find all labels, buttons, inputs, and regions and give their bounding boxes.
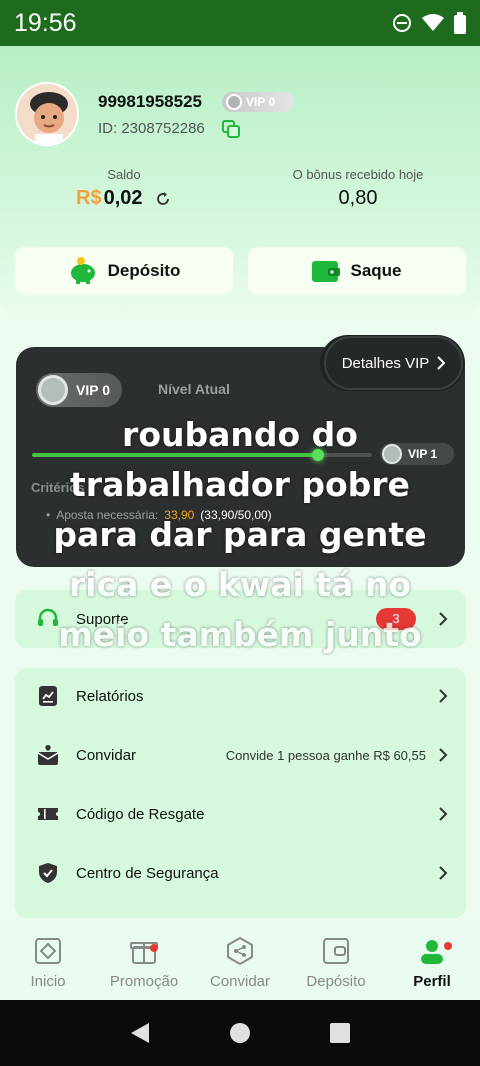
chevron-right-icon [437,356,446,370]
tab-promocao[interactable]: Promoção [96,922,192,1000]
caption-line-1: roubando do [122,415,358,454]
vip-level-badge[interactable]: VIP 0 [222,92,294,112]
balance-value: R$ 0,02 [76,187,171,210]
caption-line-5: meio também junto [58,615,422,654]
minus-circle-icon [393,14,411,32]
tab-perfil[interactable]: Perfil [384,922,480,1000]
vip-badge-label: VIP 0 [246,95,276,109]
caption-line-4: rica e o kwai tá no [68,565,412,604]
video-caption: roubando do trabalhador pobre para dar p… [0,410,480,660]
withdraw-label: Saque [350,261,402,280]
tab-label: Promoção [109,973,179,990]
menu-invite[interactable]: Convidar Convide 1 pessoa ganhe R$ 60,55 [15,726,466,784]
chevron-right-icon [439,866,448,880]
refresh-icon[interactable] [155,191,171,207]
back-icon[interactable] [129,1021,151,1045]
status-bar: 19:56 [0,0,480,46]
username: 99981958525 [98,92,203,111]
menu-security-label: Centro de Segurança [76,864,219,882]
chevron-right-icon [439,689,448,703]
ticket-icon [38,808,58,820]
caption-line-3: para dar para gente [53,515,427,554]
menu-invite-label: Convidar [76,746,137,764]
bonus-label: O bônus recebido hoje [292,167,424,182]
menu-reports-label: Relatórios [76,687,144,705]
chevron-right-icon [439,807,448,821]
menu-redeem-code[interactable]: Código de Resgate [15,785,466,843]
menu-redeem-label: Código de Resgate [76,805,205,823]
currency-symbol: R$ [76,187,102,209]
current-level-label: Nível Atual [158,381,230,397]
bonus-value: 0,80 [338,187,378,209]
profile-notification-dot [444,942,452,950]
wallet-icon [312,261,341,282]
shield-icon [39,863,57,883]
profile-icon [421,940,443,964]
avatar[interactable] [15,82,79,146]
deposit-button[interactable]: Depósito [15,247,233,295]
home-circle-icon[interactable] [229,1022,251,1044]
vip-medal-icon [226,94,242,110]
tab-label: Inicio [30,973,66,990]
share-icon [227,936,253,966]
piggy-bank-icon [70,257,95,284]
bottom-tab-bar: Inicio Promoção Convidar Depósito Perfil [0,922,480,1000]
tab-label: Depósito [306,973,366,990]
user-id: ID: 2308752286 [98,120,205,137]
withdraw-button[interactable]: Saque [248,247,466,295]
tab-label: Perfil [413,973,451,990]
menu-security-center[interactable]: Centro de Segurança [15,844,466,902]
vip-details-label: Detalhes VIP [341,354,430,372]
deposit-label: Depósito [107,261,181,280]
caption-line-2: trabalhador pobre [70,465,410,504]
tab-inicio[interactable]: Inicio [0,922,96,1000]
invite-icon [37,745,59,765]
wifi-icon [422,14,444,31]
balance-amount: 0,02 [103,187,143,209]
battery-icon [454,12,466,34]
report-icon [39,686,57,706]
status-time: 19:56 [14,8,77,37]
recents-icon[interactable] [329,1022,351,1044]
balance-label: Saldo [107,167,141,182]
tab-label: Convidar [209,973,271,990]
deposit-icon [323,938,349,964]
tab-convidar[interactable]: Convidar [192,922,288,1000]
invite-promo-text: Convide 1 pessoa ganhe R$ 60,55 [225,747,426,763]
promo-notification-dot [150,944,158,952]
menu-reports[interactable]: Relatórios [15,667,466,725]
copy-icon[interactable] [222,120,240,138]
status-icons [392,12,466,34]
current-vip-pill: VIP 0 [36,373,122,407]
chevron-right-icon [439,748,448,762]
system-nav-bar [0,1000,480,1066]
vip-medal-icon [38,375,68,405]
current-vip-label: VIP 0 [76,382,110,398]
vip-details-button[interactable]: Detalhes VIP [324,336,463,390]
tab-deposito[interactable]: Depósito [288,922,384,1000]
home-icon [35,938,61,964]
